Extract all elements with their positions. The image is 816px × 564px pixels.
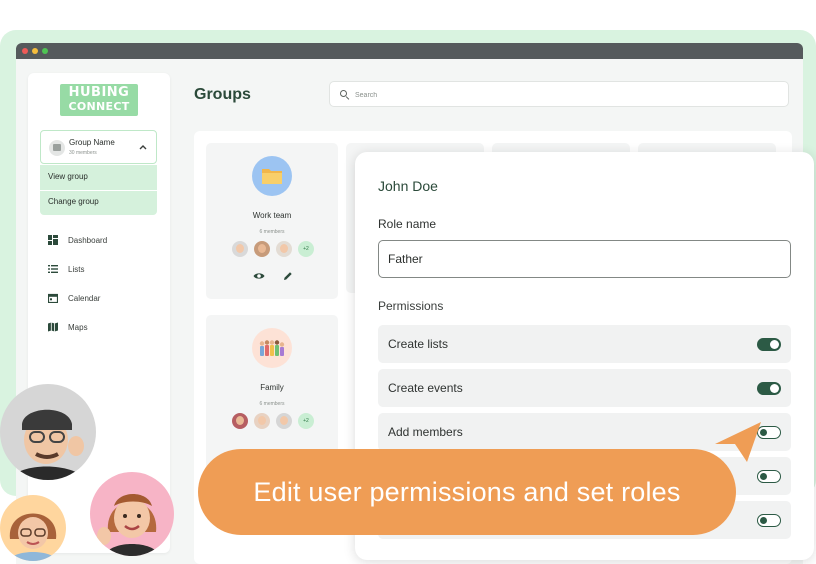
- group-name: Group Name: [69, 138, 115, 147]
- list-icon: [48, 265, 58, 273]
- page-title: Groups: [194, 86, 251, 103]
- group-member-count: 6 members: [259, 229, 285, 235]
- avatar: [90, 472, 174, 556]
- maximize-window-button[interactable]: [42, 48, 48, 54]
- caption-text: Edit user permissions and set roles: [253, 476, 681, 507]
- group-selector[interactable]: Group Name 30 members: [40, 130, 157, 164]
- close-window-button[interactable]: [22, 48, 28, 54]
- pointer-arrow-icon: [715, 422, 761, 462]
- nav-label: Maps: [68, 322, 88, 332]
- chevron-up-icon[interactable]: [139, 144, 147, 150]
- avatar: [232, 241, 248, 257]
- permission-label: Add members: [388, 425, 463, 439]
- caption-bubble: Edit user permissions and set roles: [198, 449, 736, 535]
- extra-members-badge: +2: [298, 413, 314, 429]
- member-avatars: +2: [232, 413, 314, 429]
- nav-label: Lists: [68, 264, 85, 274]
- family-illustration: [252, 328, 292, 368]
- group-title: Family: [260, 383, 284, 392]
- avatar: [276, 413, 292, 429]
- permission-row-create-lists: Create lists: [378, 325, 791, 363]
- group-title: Work team: [252, 211, 292, 220]
- permission-toggle[interactable]: [757, 338, 781, 351]
- group-card-work-team[interactable]: Work team 6 members +2: [206, 143, 338, 299]
- member-avatars: +2: [232, 241, 314, 257]
- nav-item-calendar[interactable]: Calendar: [48, 291, 100, 305]
- group-card-family[interactable]: Family 6 members +2: [206, 315, 338, 471]
- window-titlebar: [16, 43, 803, 59]
- permissions-label: Permissions: [378, 299, 444, 313]
- nav-label: Calendar: [68, 293, 101, 303]
- avatar: [232, 413, 248, 429]
- search-bar[interactable]: [329, 81, 789, 107]
- permission-toggle[interactable]: [757, 382, 781, 395]
- group-member-count: 6 members: [259, 401, 285, 407]
- view-group-menu-item[interactable]: View group: [48, 172, 88, 181]
- avatar: [0, 495, 66, 561]
- permission-toggle[interactable]: [757, 514, 781, 527]
- group-avatar: [49, 140, 65, 156]
- group-menu: View group Change group: [40, 165, 157, 215]
- eye-icon[interactable]: [253, 271, 265, 281]
- role-name-input[interactable]: [378, 240, 791, 278]
- nav-item-maps[interactable]: Maps: [48, 320, 88, 334]
- map-icon: [48, 322, 58, 332]
- search-icon: [340, 90, 347, 97]
- user-name: John Doe: [378, 178, 438, 194]
- avatar: [0, 384, 96, 480]
- minimize-window-button[interactable]: [32, 48, 38, 54]
- extra-members-badge: +2: [298, 241, 314, 257]
- menu-divider: [40, 190, 157, 191]
- change-group-menu-item[interactable]: Change group: [48, 197, 99, 206]
- avatar: [254, 413, 270, 429]
- permission-toggle[interactable]: [757, 470, 781, 483]
- edit-icon[interactable]: [283, 271, 293, 281]
- hubing-connect-logo[interactable]: HUBING CONNECT: [60, 84, 138, 116]
- role-name-label: Role name: [378, 217, 437, 231]
- search-input[interactable]: [355, 88, 775, 102]
- avatar: [276, 241, 292, 257]
- group-member-count: 30 members: [69, 150, 97, 156]
- permission-label: Create lists: [388, 337, 449, 351]
- dashboard-icon: [48, 235, 58, 245]
- avatar: [254, 241, 270, 257]
- nav-item-lists[interactable]: Lists: [48, 262, 84, 276]
- permission-row-create-events: Create events: [378, 369, 791, 407]
- calendar-icon: [48, 293, 58, 303]
- card-actions: [253, 271, 293, 281]
- folder-icon: [252, 156, 292, 196]
- marketing-screenshot: HUBING CONNECT Group Name 30 members Vie…: [0, 0, 816, 564]
- nav-item-dashboard[interactable]: Dashboard: [48, 233, 107, 247]
- permission-label: Create events: [388, 381, 463, 395]
- nav-label: Dashboard: [68, 235, 108, 245]
